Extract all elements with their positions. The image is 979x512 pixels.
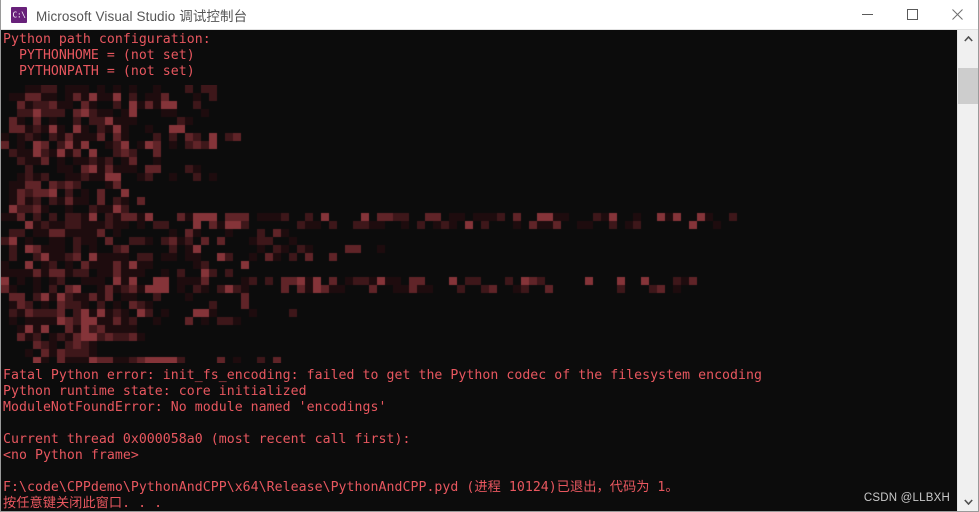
console-line: Fatal Python error: init_fs_encoding: fa… [3,368,763,383]
scrollbar-track[interactable] [958,48,978,493]
console-line: Python path configuration: [3,32,211,47]
console-line: ModuleNotFoundError: No module named 'en… [3,400,387,415]
close-button[interactable] [935,0,978,29]
window-title: Microsoft Visual Studio 调试控制台 [36,8,248,24]
console-line: 按任意键关闭此窗口. . . [3,496,163,511]
console-app-icon: C:\ [11,6,27,23]
scroll-up-button[interactable] [958,30,978,48]
console-line: Python runtime state: core initialized [3,384,307,399]
chevron-up-icon [964,36,973,42]
console-line: <no Python frame> [3,448,139,463]
close-icon [952,9,963,20]
console-line: F:\code\CPPdemo\PythonAndCPP\x64\Release… [3,480,679,495]
console-window: C:\ Microsoft Visual Studio 调试控制台 Python… [0,0,979,512]
console-line: PYTHONPATH = (not set) [3,64,195,79]
console-icon-glyph: C:\ [12,10,26,19]
console-text: Python path configuration: PYTHONHOME = … [3,32,762,511]
console-line: Current thread 0x000058a0 (most recent c… [3,432,411,447]
minimize-button[interactable] [845,0,890,29]
console-line: PYTHONHOME = (not set) [3,48,195,63]
scroll-down-button[interactable] [958,493,978,511]
minimize-icon [862,14,873,15]
title-bar[interactable]: C:\ Microsoft Visual Studio 调试控制台 [1,0,978,30]
watermark: CSDN @LLBXH [863,492,950,504]
console-output-area[interactable]: Python path configuration: PYTHONHOME = … [1,30,958,511]
maximize-button[interactable] [890,0,935,29]
scrollbar-thumb[interactable] [958,68,978,104]
vertical-scrollbar[interactable] [957,30,978,511]
maximize-icon [907,9,918,20]
chevron-down-icon [964,499,973,505]
